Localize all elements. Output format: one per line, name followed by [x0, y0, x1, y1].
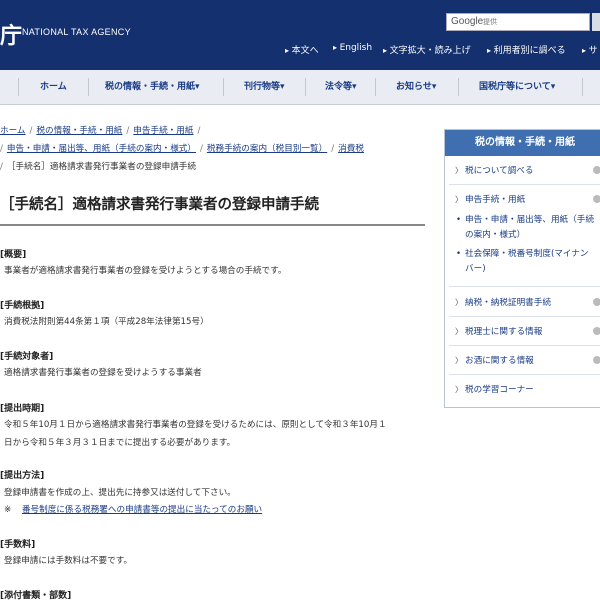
nav-separator — [375, 78, 376, 96]
global-nav: ホーム 税の情報・手続・用紙▾ 刊行物等▾ 法令等▾ お知らせ▾ 国税庁等につい… — [0, 70, 600, 105]
nav-separator — [223, 78, 224, 96]
sidebar-subitem-mynumber[interactable]: 社会保障・税番号制度(マイナンバー) — [456, 247, 595, 277]
sidebar-item-learning[interactable]: 税の学習コーナー — [455, 383, 595, 395]
section-heading-attachments: 添付書類・部数 — [0, 588, 71, 601]
sidebar-bullet-icon — [593, 356, 600, 364]
nav-home[interactable]: ホーム — [40, 70, 67, 104]
search-brand-label: Google — [451, 16, 484, 27]
nav-publications[interactable]: 刊行物等▾ — [244, 70, 285, 104]
nav-separator — [18, 78, 19, 96]
section-heading-method: 提出方法 — [0, 468, 44, 481]
breadcrumb-link-consumption-tax[interactable]: 消費税 — [338, 144, 364, 154]
nav-separator — [88, 78, 89, 96]
sidebar-bullet-icon — [593, 166, 600, 174]
nav-about[interactable]: 国税庁等について▾ — [479, 70, 555, 104]
section-body-legal-basis: 消費税法附則第44条第１項（平成28年法律第15号） — [4, 317, 209, 327]
section-heading-timing: 提出時期 — [0, 401, 44, 414]
section-note-method: ※ 番号制度に係る税務署への申請書等の提出に当たってのお願い — [4, 501, 424, 520]
skip-to-content-link[interactable]: 本文へ — [285, 43, 319, 56]
nav-separator — [458, 78, 459, 96]
search-input[interactable]: Google 提供 — [446, 13, 590, 31]
sidebar-item-tax-research[interactable]: 税について調べる — [455, 164, 595, 176]
nav-separator — [582, 78, 583, 96]
breadcrumb-line-2: / 申告・申請・届出等、用紙（手続の案内・様式） / 税務手続の案内（税目別一覧） / 消… — [0, 144, 364, 154]
breadcrumb-line-1: ホーム / 税の情報・手続・用紙 / 申告手続・用紙 / — [0, 126, 201, 136]
nav-news[interactable]: お知らせ▾ — [396, 70, 436, 104]
sidebar-subitem-procedures[interactable]: 申告・申請・届出等、用紙（手続の案内・様式） — [456, 213, 595, 243]
search-placeholder: 提供 — [483, 18, 497, 26]
section-body-timing-line2: 日から令和５年３月３１日までに提出する必要があります。 — [4, 438, 236, 448]
breadcrumb-link-procedures[interactable]: 申告・申請・届出等、用紙（手続の案内・様式） — [7, 144, 196, 154]
section-heading-overview: 概要 — [0, 247, 26, 260]
sidebar-bullet-icon — [593, 327, 600, 335]
utility-links: 本文へ English 文字拡大・読み上げ 利用者別に調べる サ — [0, 43, 600, 57]
utility-link-cut[interactable]: サ — [582, 43, 598, 56]
breadcrumb: ホーム / 税の情報・手続・用紙 / 申告手続・用紙 / / 申告・申請・届出等、用紙（手続… — [0, 122, 420, 176]
sidebar-bullet-icon — [593, 195, 600, 203]
nav-tax-info[interactable]: 税の情報・手続・用紙▾ — [105, 70, 200, 104]
breadcrumb-current: ［手続名］適格請求書発行事業者の登録申請手続 — [6, 162, 196, 172]
section-body-fee: 登録申請には手数料は不要です。 — [4, 556, 133, 566]
sidebar-item-liquor[interactable]: お酒に関する情報 — [455, 354, 595, 366]
section-heading-fee: 手数料 — [0, 537, 35, 550]
english-link[interactable]: English — [333, 43, 373, 53]
sidebar: 税の情報・手続・用紙 税について調べる 申告手続・用紙 申告・申請・届出等、用紙… — [444, 129, 600, 408]
agency-name-english[interactable]: NATIONAL TAX AGENCY — [22, 27, 131, 37]
sidebar-title[interactable]: 税の情報・手続・用紙 — [445, 130, 600, 156]
sidebar-item-tax-accountant[interactable]: 税理士に関する情報 — [455, 325, 595, 337]
section-body-target: 適格請求書発行事業者の登録を受けようする事業者 — [4, 368, 202, 378]
sidebar-bullet-icon — [593, 298, 600, 306]
note-mark: ※ — [4, 505, 12, 515]
sidebar-item-payment[interactable]: 納税・納税証明書手続 — [455, 296, 595, 308]
breadcrumb-link-filing[interactable]: 申告手続・用紙 — [133, 126, 193, 136]
section-body-timing-line1: 令和５年10月１日から適格請求書発行事業者の登録を受けるためには、原則として令和… — [4, 420, 387, 430]
text-size-readaloud-link[interactable]: 文字拡大・読み上げ — [383, 43, 471, 56]
section-heading-legal-basis: 手続根拠 — [0, 298, 44, 311]
nav-laws[interactable]: 法令等▾ — [325, 70, 357, 104]
breadcrumb-link-procedure-list[interactable]: 税務手続の案内（税目別一覧） — [207, 144, 327, 154]
breadcrumb-link-tax-info[interactable]: 税の情報・手続・用紙 — [36, 126, 122, 136]
search-button[interactable] — [592, 13, 600, 31]
user-type-link[interactable]: 利用者別に調べる — [487, 43, 566, 56]
sidebar-item-filing[interactable]: 申告手続・用紙 — [455, 193, 595, 205]
mynumber-submission-link[interactable]: 番号制度に係る税務署への申請書等の提出に当たってのお願い — [22, 505, 262, 515]
page-title: ［手続名］適格請求書発行事業者の登録申請手続 — [0, 193, 425, 226]
breadcrumb-line-3: / ［手続名］適格請求書発行事業者の登録申請手続 — [0, 162, 196, 172]
section-body-overview: 事業者が適格請求書発行事業者の登録を受けようとする場合の手続です。 — [4, 266, 287, 276]
nav-separator — [305, 78, 306, 96]
breadcrumb-link-home[interactable]: ホーム — [0, 126, 26, 136]
site-header: 庁 NATIONAL TAX AGENCY Google 提供 本文へ Engl… — [0, 0, 600, 70]
section-heading-target: 手続対象者 — [0, 349, 53, 362]
